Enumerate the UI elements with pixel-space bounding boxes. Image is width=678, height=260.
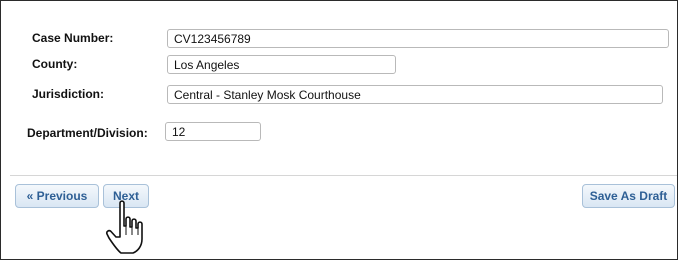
case-number-field[interactable]: CV123456789	[167, 29, 669, 48]
department-label: Department/Division:	[27, 126, 148, 140]
previous-button[interactable]: « Previous	[15, 184, 99, 208]
county-field[interactable]: Los Angeles	[167, 55, 396, 74]
county-label: County:	[32, 57, 78, 71]
form-panel: Case Number: CV123456789 County: Los Ang…	[0, 0, 678, 260]
case-number-label: Case Number:	[32, 31, 114, 45]
hand-pointer-icon	[106, 200, 143, 254]
divider	[10, 175, 677, 176]
save-draft-button[interactable]: Save As Draft	[582, 184, 675, 208]
jurisdiction-label: Jurisdiction:	[32, 87, 105, 101]
department-field[interactable]: 12	[165, 122, 261, 141]
jurisdiction-field[interactable]: Central - Stanley Mosk Courthouse	[167, 85, 663, 104]
